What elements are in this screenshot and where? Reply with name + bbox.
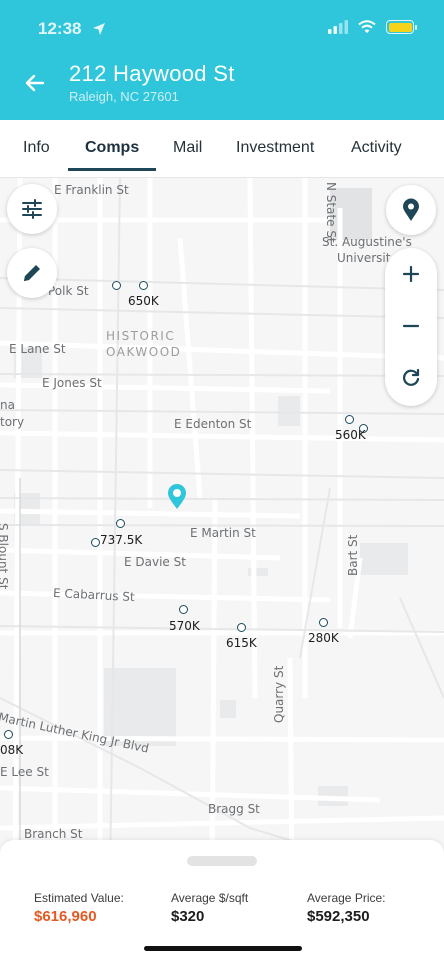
district-label: HISTORIC OAKWOOD [106, 328, 181, 360]
comp-marker[interactable] [112, 281, 121, 290]
zoom-in-button[interactable] [385, 248, 437, 300]
property-title: 212 Haywood St [69, 61, 235, 86]
back-arrow-icon [25, 74, 45, 92]
comp-marker[interactable] [237, 623, 246, 632]
estimated-value-label: Estimated Value: [34, 891, 124, 905]
street-label: Branch St [24, 827, 83, 841]
comp-marker[interactable] [4, 730, 13, 739]
zoom-out-button[interactable] [385, 300, 437, 352]
tab-mail[interactable]: Mail [173, 139, 202, 157]
street-label: E Martin St [190, 526, 256, 540]
active-tab-indicator [68, 168, 156, 171]
back-button[interactable] [22, 70, 48, 96]
comp-price-label: 650K [128, 294, 159, 308]
street-label: N State St [324, 182, 338, 243]
comp-marker[interactable] [116, 519, 125, 528]
property-subtitle: Raleigh, NC 27601 [69, 89, 179, 104]
estimated-value: $616,960 [34, 908, 97, 925]
edit-button[interactable] [7, 248, 57, 298]
street-label: E Davie St [124, 555, 186, 569]
comp-price-label: 737.5K [100, 533, 143, 547]
street-label: Bart St [346, 534, 360, 576]
street-label: E Franklin St [54, 183, 129, 197]
signal-icon [328, 20, 348, 34]
street-label: Polk St [48, 284, 89, 298]
minus-icon [402, 324, 420, 328]
street-label: Bragg St [208, 802, 260, 816]
tab-info[interactable]: Info [23, 139, 50, 157]
zoom-controls [385, 248, 437, 406]
home-indicator[interactable] [144, 946, 302, 951]
locate-button[interactable] [386, 185, 436, 235]
sheet-drag-handle[interactable] [187, 856, 257, 866]
comp-price-label: 570K [169, 619, 200, 633]
tab-comps[interactable]: Comps [85, 139, 139, 157]
map-view[interactable]: E Franklin St N State St St. Augustine's… [0, 178, 444, 878]
subject-property-pin-icon[interactable] [166, 484, 188, 510]
comp-price-label: 560K [335, 428, 366, 442]
street-label: S Blount St [0, 523, 10, 590]
status-time: 12:38 [38, 19, 82, 38]
street-label: E Jones St [42, 376, 102, 390]
plus-icon [402, 265, 420, 283]
sliders-icon [22, 199, 42, 219]
refresh-icon [403, 368, 420, 386]
battery-icon [386, 20, 417, 34]
comp-marker[interactable] [345, 415, 354, 424]
street-label: E Lee St [0, 765, 49, 779]
wifi-icon [358, 20, 376, 33]
street-label: E Lane St [9, 342, 66, 356]
street-label: Universit [337, 251, 391, 265]
app-header: 12:38 212 Haywood St Raleigh, NC 27601 [0, 0, 444, 120]
avg-price-value: $592,350 [307, 908, 370, 925]
comp-price-label: 08K [0, 743, 24, 757]
comp-marker[interactable] [319, 618, 328, 627]
comp-price-label: 280K [308, 631, 339, 645]
filter-button[interactable] [7, 184, 57, 234]
comp-price-label: 615K [226, 636, 257, 650]
comp-marker[interactable] [91, 538, 100, 547]
location-pin-icon [403, 198, 419, 221]
pencil-icon [24, 265, 40, 281]
tab-investment[interactable]: Investment [236, 139, 314, 157]
street-label: Quarry St [272, 665, 286, 723]
battery-level [388, 22, 412, 32]
district-label-line: OAKWOOD [106, 345, 182, 359]
street-label: St. Augustine's [322, 235, 412, 249]
summary-sheet[interactable]: Estimated Value: $616,960 Average $/sqft… [0, 840, 444, 960]
street-label: E Edenton St [174, 417, 252, 431]
tab-bar: Info Comps Mail Investment Activity [0, 120, 444, 178]
avg-sqft-value: $320 [171, 908, 205, 925]
status-icons [328, 20, 417, 34]
street-label: na [0, 398, 15, 412]
district-label-line: HISTORIC [106, 329, 176, 343]
refresh-button[interactable] [385, 352, 437, 404]
comp-marker[interactable] [179, 605, 188, 614]
avg-sqft-label: Average $/sqft [171, 891, 249, 905]
comp-marker[interactable] [139, 281, 148, 290]
street-label: tory [0, 415, 25, 429]
location-arrow-icon [92, 22, 106, 41]
avg-price-label: Average Price: [307, 891, 386, 905]
tab-activity[interactable]: Activity [351, 139, 402, 157]
